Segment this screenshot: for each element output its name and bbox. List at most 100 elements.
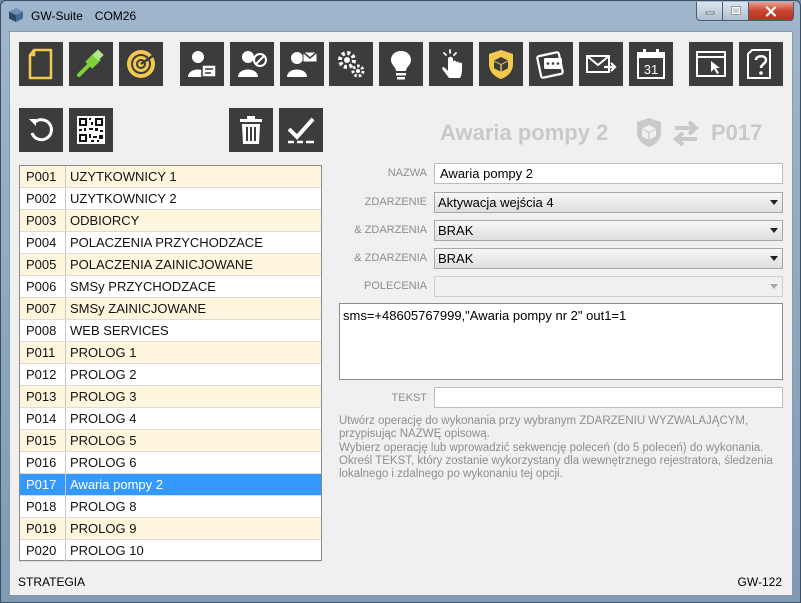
main-panel: 31 P001 UZYTKOWNICY 1 P002 UZYTKOWNICY 2…	[9, 31, 793, 596]
recipients-button[interactable]	[280, 42, 324, 86]
and-event-select-1-value: BRAK	[438, 223, 474, 238]
sms-icon	[536, 51, 564, 79]
ideas-button[interactable]	[379, 42, 423, 86]
list-item[interactable]: P005 POLACZENIA ZAINICJOWANE	[20, 254, 321, 276]
mail-button[interactable]	[579, 42, 623, 86]
list-item[interactable]: P002 UZYTKOWNICY 2	[20, 188, 321, 210]
window-button[interactable]	[689, 42, 733, 86]
and-event-select-2[interactable]: BRAK	[434, 248, 783, 269]
calendar-icon: 31	[637, 49, 665, 79]
and-event-select-2-value: BRAK	[438, 251, 474, 266]
calendar-button[interactable]: 31	[629, 42, 673, 86]
close-button[interactable]	[749, 2, 794, 21]
help-icon	[747, 49, 771, 79]
list-item-code: P003	[20, 210, 66, 231]
list-item-name: PROLOG 10	[70, 543, 144, 558]
help-text: Utwórz operację do wykonania przy wybran…	[339, 415, 784, 481]
pointer-hand-icon	[442, 49, 462, 78]
chevron-down-icon	[770, 200, 778, 205]
list-item[interactable]: P019 PROLOG 9	[20, 518, 321, 540]
operation-list[interactable]: P001 UZYTKOWNICY 1 P002 UZYTKOWNICY 2 P003 OD…	[19, 165, 322, 562]
list-item-code: P001	[20, 166, 66, 187]
list-item[interactable]: P017 Awaria pompy 2	[20, 474, 321, 496]
operation-title: Awaria pompy 2	[440, 120, 609, 145]
qr-code-button[interactable]	[69, 108, 113, 152]
list-item-code: P012	[20, 364, 66, 385]
name-label: NAZWA	[387, 167, 427, 179]
file-button[interactable]	[19, 42, 63, 86]
close-icon	[765, 5, 777, 17]
list-item[interactable]: P013 PROLOG 3	[20, 386, 321, 408]
list-item[interactable]: P004 POLACZENIA PRZYCHODZACE	[20, 232, 321, 254]
port-name: COM26	[94, 9, 137, 23]
calendar-day: 31	[644, 62, 658, 77]
blocked-users-button[interactable]	[230, 42, 274, 86]
list-item-name: UZYTKOWNICY 1	[70, 169, 177, 184]
trash-icon	[240, 116, 262, 144]
minimize-icon	[705, 11, 714, 15]
list-item-code: P016	[20, 452, 66, 473]
list-item[interactable]: P014 PROLOG 4	[20, 408, 321, 430]
list-item-code: P014	[20, 408, 66, 429]
list-item-code: P006	[20, 276, 66, 297]
title-bar[interactable]: GW-Suite COM26	[1, 1, 800, 31]
list-item[interactable]: P011 PROLOG 1	[20, 342, 321, 364]
usb-button[interactable]	[69, 42, 113, 86]
commands-select[interactable]	[434, 276, 783, 297]
list-item-code: P013	[20, 386, 66, 407]
strategy-button[interactable]	[479, 42, 523, 86]
user-mail-icon	[287, 51, 318, 77]
settings-button[interactable]	[329, 42, 373, 86]
list-item-code: P011	[20, 342, 66, 363]
window-controls	[696, 2, 794, 21]
refresh-button[interactable]	[19, 108, 63, 152]
chevron-down-icon	[770, 284, 778, 289]
app-window: GW-Suite COM26 31 P001 UZYTKOWNICY 1 P00…	[0, 0, 801, 603]
list-item[interactable]: P006 SMSy PRZYCHODZACE	[20, 276, 321, 298]
send-mail-icon	[586, 55, 617, 73]
list-item-name: WEB SERVICES	[70, 323, 169, 338]
sms-button[interactable]	[529, 42, 573, 86]
and-event-select-1[interactable]: BRAK	[434, 220, 783, 241]
event-select-value: Aktywacja wejścia 4	[438, 195, 554, 210]
list-item-name: PROLOG 9	[70, 521, 137, 536]
text-field[interactable]	[434, 387, 783, 408]
list-item[interactable]: P016 PROLOG 6	[20, 452, 321, 474]
help-button[interactable]	[739, 42, 783, 86]
list-item[interactable]: P003 ODBIORCY	[20, 210, 321, 232]
list-item[interactable]: P015 PROLOG 5	[20, 430, 321, 452]
maximize-button[interactable]	[723, 2, 749, 21]
list-item-code: P015	[20, 430, 66, 451]
delete-button[interactable]	[229, 108, 273, 152]
list-item-name: ODBIORCY	[70, 213, 140, 228]
shield-box-icon	[637, 118, 661, 147]
shield-box-icon	[489, 50, 513, 79]
list-item[interactable]: P008 WEB SERVICES	[20, 320, 321, 342]
list-item[interactable]: P020 PROLOG 10	[20, 540, 321, 562]
apply-button[interactable]	[279, 108, 323, 152]
and-event-label-1: & ZDARZENIA	[354, 224, 427, 236]
qr-code-icon	[77, 116, 105, 144]
help-text-line: Określ TEKST, który zostanie wykorzystan…	[339, 454, 773, 481]
minimize-button[interactable]	[696, 2, 723, 21]
list-item[interactable]: P007 SMSy ZAINICJOWANE	[20, 298, 321, 320]
lightbulb-icon	[391, 51, 411, 80]
app-cube-icon	[9, 8, 23, 22]
name-field[interactable]: Awaria pompy 2	[434, 163, 783, 184]
list-item[interactable]: P001 UZYTKOWNICY 1	[20, 166, 321, 188]
event-select[interactable]: Aktywacja wejścia 4	[434, 192, 783, 213]
commands-textarea[interactable]: sms=+48605767999,"Awaria pompy nr 2" out…	[339, 303, 783, 380]
radar-button[interactable]	[119, 42, 163, 86]
touch-button[interactable]	[429, 42, 473, 86]
users-button[interactable]	[180, 42, 224, 86]
event-label: ZDARZENIE	[364, 196, 427, 208]
list-item[interactable]: P018 PROLOG 8	[20, 496, 321, 518]
maximize-icon	[730, 6, 741, 15]
list-item-name: PROLOG 3	[70, 389, 137, 404]
operation-code: P017	[711, 120, 763, 145]
list-item-name: POLACZENIA ZAINICJOWANE	[70, 257, 253, 272]
help-text-line: Utwórz operację do wykonania przy wybran…	[339, 415, 749, 441]
user-block-icon	[238, 51, 267, 77]
list-item[interactable]: P012 PROLOG 2	[20, 364, 321, 386]
list-item-code: P018	[20, 496, 66, 517]
